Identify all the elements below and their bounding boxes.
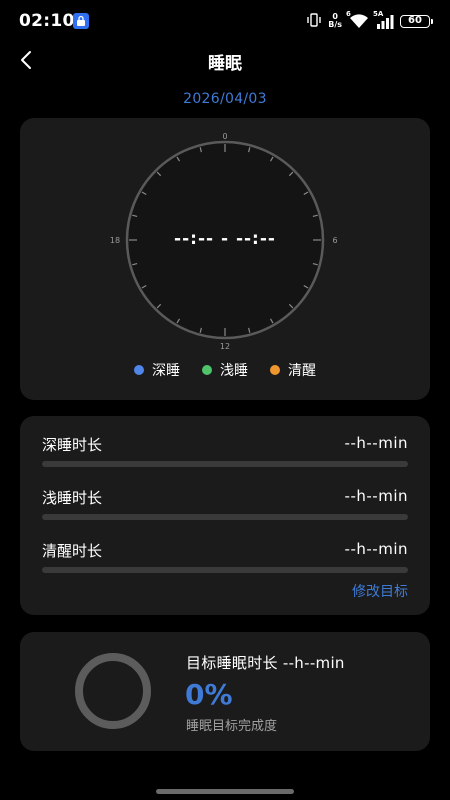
goal-title: 目标睡眠时长 --h--min — [186, 654, 345, 672]
sleep-clock-card: 0 6 12 18 --:-- - --:-- 深睡 浅睡 清醒 — [20, 118, 430, 400]
goal-subtitle: 睡眠目标完成度 — [186, 719, 278, 734]
awake-value: --h--min — [344, 540, 408, 558]
sleep-screen: 02:10 0 B/s 6 5A 60 睡眠 2026/04/03 0 6 12… — [0, 0, 450, 800]
net-speed: 0 B/s — [328, 13, 342, 29]
legend-item-deep: 深睡 — [134, 360, 180, 380]
lock-icon — [73, 13, 89, 29]
deep-sleep-label: 深睡时长 — [42, 436, 103, 454]
status-bar: 02:10 0 B/s 6 5A 60 — [0, 0, 450, 44]
legend-item-light: 浅睡 — [202, 360, 248, 380]
deep-sleep-value: --h--min — [344, 434, 408, 452]
awake-dot — [270, 365, 280, 375]
awake-label: 清醒时长 — [42, 542, 103, 560]
battery-level: 60 — [408, 14, 422, 26]
dial-label-12: 12 — [220, 342, 230, 351]
status-icons: 0 B/s 6 5A 60 — [306, 10, 433, 31]
light-sleep-value: --h--min — [344, 487, 408, 505]
deep-sleep-progress — [42, 461, 408, 467]
signal-label-1: 6 — [346, 10, 351, 18]
edit-goal-link[interactable]: 修改目标 — [352, 581, 408, 601]
legend-label-awake: 清醒 — [288, 363, 316, 379]
awake-progress — [42, 567, 408, 573]
legend-label-light: 浅睡 — [220, 363, 248, 379]
legend-label-deep: 深睡 — [152, 363, 180, 379]
sleep-goal-card: 目标睡眠时长 --h--min 0% 睡眠目标完成度 — [20, 632, 430, 751]
vibrate-icon — [306, 12, 322, 31]
battery-icon: 60 — [400, 14, 433, 28]
wifi-icon: 6 — [346, 10, 370, 29]
date-selector[interactable]: 2026/04/03 — [0, 91, 450, 107]
signal-label-2: 5A — [373, 10, 384, 18]
sleep-time-range: --:-- - --:-- — [174, 229, 276, 249]
light-sleep-label: 浅睡时长 — [42, 489, 103, 507]
sleep-durations-card: 深睡时长 --h--min 浅睡时长 --h--min 清醒时长 --h--mi… — [20, 416, 430, 615]
light-sleep-progress — [42, 514, 408, 520]
net-speed-unit: B/s — [328, 20, 342, 29]
deep-sleep-dot — [134, 365, 144, 375]
legend-item-awake: 清醒 — [270, 360, 316, 380]
light-sleep-dot — [202, 365, 212, 375]
dial-label-0: 0 — [222, 132, 227, 141]
goal-progress-ring — [75, 653, 151, 729]
home-indicator[interactable] — [156, 789, 294, 794]
status-time: 02:10 — [19, 11, 75, 31]
page-title: 睡眠 — [208, 54, 242, 74]
cell-signal-icon: 5A — [373, 10, 394, 29]
goal-percent: 0% — [185, 678, 233, 711]
sleep-legend: 深睡 浅睡 清醒 — [20, 360, 430, 380]
